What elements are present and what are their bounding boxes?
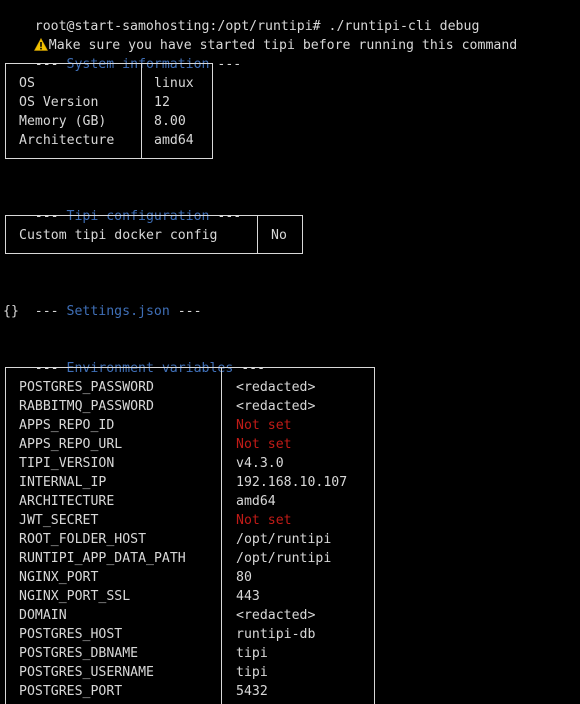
terminal-window[interactable]: root@start-samohosting:/opt/runtipi# ./r… [0,0,580,704]
env-var-value: <redacted> [236,608,316,623]
system-info-key: OS Version [19,95,99,110]
env-var-key: JWT_SECRET [19,513,99,528]
env-vars-table: POSTGRES_PASSWORD <redacted> RABBITMQ_PASS… [5,367,375,704]
env-var-key: NGINX_PORT [19,570,99,585]
system-info-value: 8.00 [154,114,186,129]
env-var-key: ARCHITECTURE [19,494,115,509]
table-divider [257,216,258,253]
system-info-value: 12 [154,95,170,110]
warning-line: Make sure you have started tipi before r… [2,17,517,53]
env-var-key: ROOT_FOLDER_HOST [19,532,147,547]
env-vars-heading: --- Environment variables --- [34,361,266,376]
env-var-value: 443 [236,589,260,604]
env-var-value: amd64 [236,494,276,509]
env-var-key: APPS_REPO_ID [19,418,115,433]
env-var-value: <redacted> [236,399,316,414]
system-info-value: amd64 [154,133,194,148]
tipi-config-key: Custom tipi docker config [19,228,218,243]
env-var-value: /opt/runtipi [236,551,332,566]
env-var-value-not-set: Not set [236,418,292,433]
system-info-value: linux [154,76,194,91]
env-var-value: tipi [236,646,268,661]
env-var-value: v4.3.0 [236,456,284,471]
tipi-config-heading: --- Tipi configuration --- [34,209,242,224]
env-var-value-not-set: Not set [236,437,292,452]
env-var-value-not-set: Not set [236,513,292,528]
system-info-key: Memory (GB) [19,114,107,129]
env-var-key: DOMAIN [19,608,67,623]
settings-json-heading: --- Settings.json --- [34,304,202,319]
env-var-key: POSTGRES_PORT [19,684,123,699]
table-divider [221,368,222,704]
env-var-value: /opt/runtipi [236,532,332,547]
table-divider [141,64,142,158]
tipi-config-value: No [271,228,287,243]
env-var-value: 5432 [236,684,268,699]
env-var-key: POSTGRES_PASSWORD [19,380,154,395]
env-var-key: NGINX_PORT_SSL [19,589,131,604]
system-info-key: Architecture [19,133,115,148]
env-var-value: <redacted> [236,380,316,395]
command-prompt-line: root@start-samohosting:/opt/runtipi# ./r… [3,0,480,34]
env-var-value: tipi [236,665,268,680]
env-var-key: RABBITMQ_PASSWORD [19,399,154,414]
env-var-key: TIPI_VERSION [19,456,115,471]
env-var-value: 80 [236,570,252,585]
env-var-value: runtipi-db [236,627,316,642]
settings-json-heading-label: Settings.json [66,304,170,319]
env-var-key: POSTGRES_USERNAME [19,665,154,680]
env-var-key: POSTGRES_HOST [19,627,123,642]
env-var-key: POSTGRES_DBNAME [19,646,139,661]
system-info-table: OS linux OS Version 12 Memory (GB) 8.00 Archit… [5,63,213,159]
env-var-key: RUNTIPI_APP_DATA_PATH [19,551,186,566]
settings-json-content: {} [3,304,19,319]
env-var-value: 192.168.10.107 [236,475,348,490]
system-info-key: OS [19,76,35,91]
tipi-config-table: Custom tipi docker config No [5,215,303,254]
env-var-key: INTERNAL_IP [19,475,107,490]
env-var-key: APPS_REPO_URL [19,437,123,452]
system-info-heading: --- System information --- [34,57,242,72]
